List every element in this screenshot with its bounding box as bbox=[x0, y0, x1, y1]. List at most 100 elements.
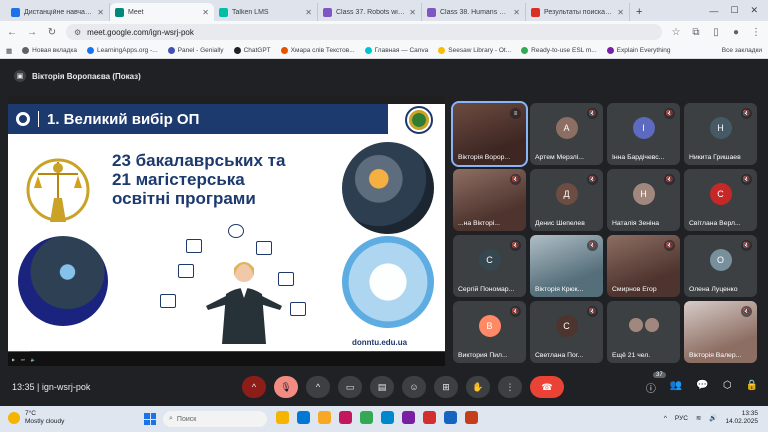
star-icon[interactable]: ☆ bbox=[670, 27, 682, 38]
apps-icon[interactable]: ▦ bbox=[6, 47, 12, 55]
more-options-button[interactable]: ⋮ bbox=[498, 376, 522, 398]
browser-tab[interactable]: Talken LMS ✕ bbox=[214, 3, 318, 21]
participant-tile[interactable]: С 🔇 Светлана Пог... bbox=[530, 301, 603, 363]
tab-close-icon[interactable]: ✕ bbox=[305, 8, 312, 17]
tab-close-icon[interactable]: ✕ bbox=[409, 8, 416, 17]
browser-tab[interactable]: Meet ✕ bbox=[110, 3, 214, 21]
maximize-icon[interactable]: ☐ bbox=[730, 5, 738, 16]
word-icon[interactable] bbox=[444, 411, 457, 424]
menu-icon[interactable]: ⋮ bbox=[750, 27, 762, 38]
participant-tile[interactable]: ≡ Вікторія Ворор... bbox=[451, 101, 528, 167]
participant-tile[interactable]: 🔇 Вікторія Крюк... bbox=[530, 235, 603, 297]
browser-tab[interactable]: Class 37. Robots will teach ✕ bbox=[318, 3, 422, 21]
participant-tile[interactable]: В 🔇 Виктория Пил... bbox=[453, 301, 526, 363]
new-tab-button[interactable]: + bbox=[630, 3, 648, 21]
chat-icon[interactable]: 💬 bbox=[696, 380, 708, 395]
participant-name: Вікторія Валер... bbox=[689, 352, 742, 359]
title-divider bbox=[38, 111, 39, 127]
camera-toggle-button[interactable]: ▭ bbox=[338, 376, 362, 398]
bookmark-item[interactable]: Ready-to-use ESL m... bbox=[521, 47, 597, 54]
browser-tab[interactable]: Дистанційне навчання з д ✕ bbox=[6, 3, 110, 21]
browser-tab[interactable]: Class 38. Humans need hu ✕ bbox=[422, 3, 526, 21]
meeting-code: ign-wsrj-pok bbox=[41, 382, 91, 392]
people-icon[interactable]: 👥 bbox=[670, 380, 682, 395]
clock[interactable]: 13:35 14.02.2025 bbox=[725, 410, 758, 426]
site-info-icon[interactable]: ⚙ bbox=[74, 28, 81, 37]
emoji-button[interactable]: ☺ bbox=[402, 376, 426, 398]
participant-tile[interactable]: Д 🔇 Денис Шепелев bbox=[530, 169, 603, 231]
play-icon[interactable]: ▶ bbox=[12, 357, 15, 362]
bookmark-item[interactable]: Главная — Canva bbox=[364, 47, 428, 54]
all-bookmarks[interactable]: Все закладки bbox=[722, 47, 762, 54]
bookmark-favicon-icon bbox=[167, 47, 175, 54]
raise-hand-button[interactable]: ✋ bbox=[466, 376, 490, 398]
bookmark-item[interactable]: ChatGPT bbox=[233, 47, 271, 54]
copilot-icon[interactable] bbox=[276, 411, 289, 424]
participant-tile[interactable]: І 🔇 Інна Бардічевс... bbox=[607, 103, 680, 165]
start-button[interactable] bbox=[144, 413, 156, 425]
bookmark-item[interactable]: Seesaw Library - Ot... bbox=[438, 47, 511, 54]
tab-close-icon[interactable]: ✕ bbox=[97, 8, 104, 17]
edge-icon[interactable] bbox=[297, 411, 310, 424]
bookmark-favicon-icon bbox=[233, 47, 241, 54]
weather-widget[interactable]: 7°C Mostly cloudy bbox=[8, 410, 64, 426]
participant-tile[interactable]: О 🔇 Олена Луценко bbox=[684, 235, 757, 297]
volume-icon[interactable]: 🔈 bbox=[31, 357, 36, 362]
tab-close-icon[interactable]: ✕ bbox=[617, 8, 624, 17]
next-icon[interactable]: ⏭ bbox=[21, 357, 25, 362]
present-button[interactable]: ⊞ bbox=[434, 376, 458, 398]
sidebar-icon[interactable]: ▯ bbox=[710, 27, 722, 38]
store-icon[interactable] bbox=[339, 411, 352, 424]
mic-toggle-button[interactable]: 🎙 bbox=[274, 376, 298, 398]
participant-tile[interactable]: Ещё 21 чел. bbox=[607, 301, 680, 363]
info-icon[interactable]: ⓘ bbox=[646, 380, 656, 395]
participant-tile[interactable]: С 🔇 Світлана Верл... bbox=[684, 169, 757, 231]
shared-screen[interactable]: 1. Великий вибір ОП 23 бакалаврських та … bbox=[8, 96, 445, 366]
bookmark-item[interactable]: LearningApps.org -... bbox=[86, 47, 158, 54]
address-bar[interactable]: ⚙ meet.google.com/ign-wsrj-pok bbox=[66, 24, 662, 40]
viber-icon[interactable] bbox=[402, 411, 415, 424]
bookmark-item[interactable]: Panel - Genially bbox=[167, 47, 224, 54]
participant-tile[interactable]: 🔇 Смирнов Егор bbox=[607, 235, 680, 297]
bookmark-label: Seesaw Library - Ot... bbox=[448, 47, 512, 54]
search-icon: ⌕ bbox=[169, 415, 173, 422]
participant-tile[interactable]: 🔇 Вікторія Валер... bbox=[684, 301, 757, 363]
telegram-icon[interactable] bbox=[381, 411, 394, 424]
participant-avatar: С bbox=[709, 182, 732, 205]
forward-icon[interactable]: → bbox=[26, 27, 38, 38]
extensions-icon[interactable]: ⧉ bbox=[690, 27, 702, 38]
reload-icon[interactable]: ↻ bbox=[46, 27, 58, 38]
camera-options-button[interactable]: ^ bbox=[306, 376, 330, 398]
taskbar-search[interactable]: ⌕ Поиск bbox=[163, 411, 267, 427]
participant-tile[interactable]: А 🔇 Артем Мерзлі... bbox=[530, 103, 603, 165]
bookmark-item[interactable]: Explain Everything bbox=[606, 47, 671, 54]
powerpoint-icon[interactable] bbox=[465, 411, 478, 424]
participant-tile[interactable]: С 🔇 Сергій Пономар... bbox=[453, 235, 526, 297]
pdf-icon[interactable] bbox=[423, 411, 436, 424]
participant-tile[interactable]: Н 🔇 Наталія Зеніна bbox=[607, 169, 680, 231]
profile-icon[interactable]: ● bbox=[730, 27, 742, 38]
host-controls-icon[interactable]: 🔒 bbox=[746, 380, 758, 395]
chrome-icon[interactable] bbox=[360, 411, 373, 424]
participant-tile[interactable]: Н 🔇 Никита Гришаев bbox=[684, 103, 757, 165]
bookmarks-bar: ▦ Новая вкладка LearningApps.org -... Pane… bbox=[0, 43, 768, 59]
bookmark-item[interactable]: Хмара слів Текстов... bbox=[280, 47, 355, 54]
close-icon[interactable]: ✕ bbox=[750, 5, 758, 16]
leave-call-button[interactable]: ☎ bbox=[530, 376, 564, 398]
tray-arrow-icon[interactable]: ^ bbox=[664, 415, 667, 422]
participant-tile[interactable]: 🔇 ...на Вікторі... bbox=[453, 169, 526, 231]
language-indicator[interactable]: РУС bbox=[675, 415, 688, 422]
back-icon[interactable]: ← bbox=[6, 27, 18, 38]
bookmark-item[interactable]: Новая вкладка bbox=[22, 47, 77, 54]
activities-icon[interactable]: ⬡ bbox=[723, 380, 732, 395]
wifi-icon[interactable]: ≋ bbox=[696, 414, 701, 422]
tab-close-icon[interactable]: ✕ bbox=[202, 8, 209, 17]
captions-button[interactable]: ▤ bbox=[370, 376, 394, 398]
mic-off-icon: 🔇 bbox=[664, 240, 675, 251]
minimize-icon[interactable]: — bbox=[709, 6, 718, 16]
mic-options-button[interactable]: ^ bbox=[242, 376, 266, 398]
tab-close-icon[interactable]: ✕ bbox=[513, 8, 520, 17]
explorer-icon[interactable] bbox=[318, 411, 331, 424]
sound-icon[interactable]: 🔊 bbox=[709, 414, 717, 422]
browser-tab[interactable]: Результаты поиска - vikto ✕ bbox=[526, 3, 630, 21]
